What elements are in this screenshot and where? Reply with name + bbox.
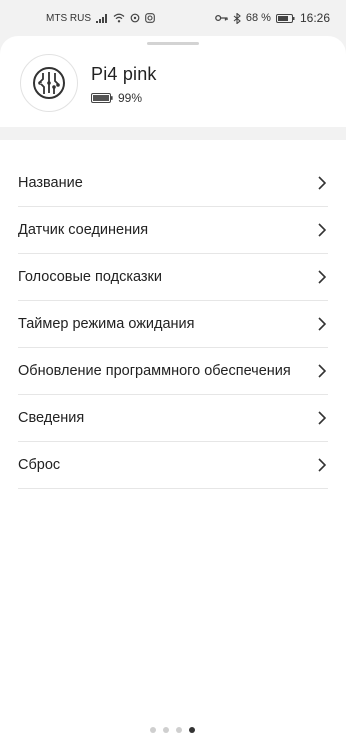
menu-item-label: Обновление программного обеспечения [18,363,291,379]
menu-item-label: Голосовые подсказки [18,269,162,285]
page-dot[interactable] [150,727,156,733]
battery-icon [275,13,295,23]
page-dot[interactable] [163,727,169,733]
device-card: Pi4 pink 99% [0,36,346,127]
page-indicator [150,727,195,733]
wifi-icon [113,13,125,23]
page-dot[interactable] [176,727,182,733]
signal-icon [96,13,108,23]
key-icon [215,14,228,22]
status-left: MTS RUS [46,13,155,24]
screen: MTS RUS 68 % 16:26 Pi4 pink 99% Название… [0,0,346,750]
device-name: Pi4 pink [91,64,157,84]
instagram-icon [145,13,155,23]
chevron-right-icon [318,176,326,190]
menu-item-reset[interactable]: Сброс [18,442,328,489]
circuit-icon [32,66,66,100]
battery-percent: 68 % [245,12,271,24]
menu-item-name[interactable]: Название [18,160,328,207]
settings-menu: Название Датчик соединения Голосовые под… [0,140,346,750]
menu-item-software-update[interactable]: Обновление программного обеспечения [18,348,328,395]
bluetooth-icon [233,12,241,24]
menu-item-voice-prompts[interactable]: Голосовые подсказки [18,254,328,301]
avatar [20,54,78,112]
refresh-icon [130,13,140,23]
menu-item-info[interactable]: Сведения [18,395,328,442]
chevron-right-icon [318,458,326,472]
menu-item-label: Название [18,175,83,191]
device-battery-icon [91,93,113,103]
menu-item-label: Датчик соединения [18,222,149,238]
menu-item-label: Сброс [18,457,61,473]
menu-item-label: Таймер режима ожидания [18,316,195,332]
chevron-right-icon [318,223,326,237]
chevron-right-icon [318,317,326,331]
device-battery-percent: 99% [118,91,143,105]
status-bar: MTS RUS 68 % 16:26 [0,0,346,36]
sheet-handle[interactable] [147,42,199,45]
menu-item-label: Сведения [18,410,85,426]
chevron-right-icon [318,270,326,284]
carrier-label: MTS RUS [46,12,91,24]
chevron-right-icon [318,364,326,378]
menu-item-standby-timer[interactable]: Таймер режима ожидания [18,301,328,348]
status-right: 68 % 16:26 [215,11,330,25]
menu-list: Название Датчик соединения Голосовые под… [18,160,328,489]
clock: 16:26 [299,11,330,25]
menu-item-connection-sensor[interactable]: Датчик соединения [18,207,328,254]
page-dot[interactable] [189,727,195,733]
chevron-right-icon [318,411,326,425]
device-battery: 99% [91,91,142,105]
